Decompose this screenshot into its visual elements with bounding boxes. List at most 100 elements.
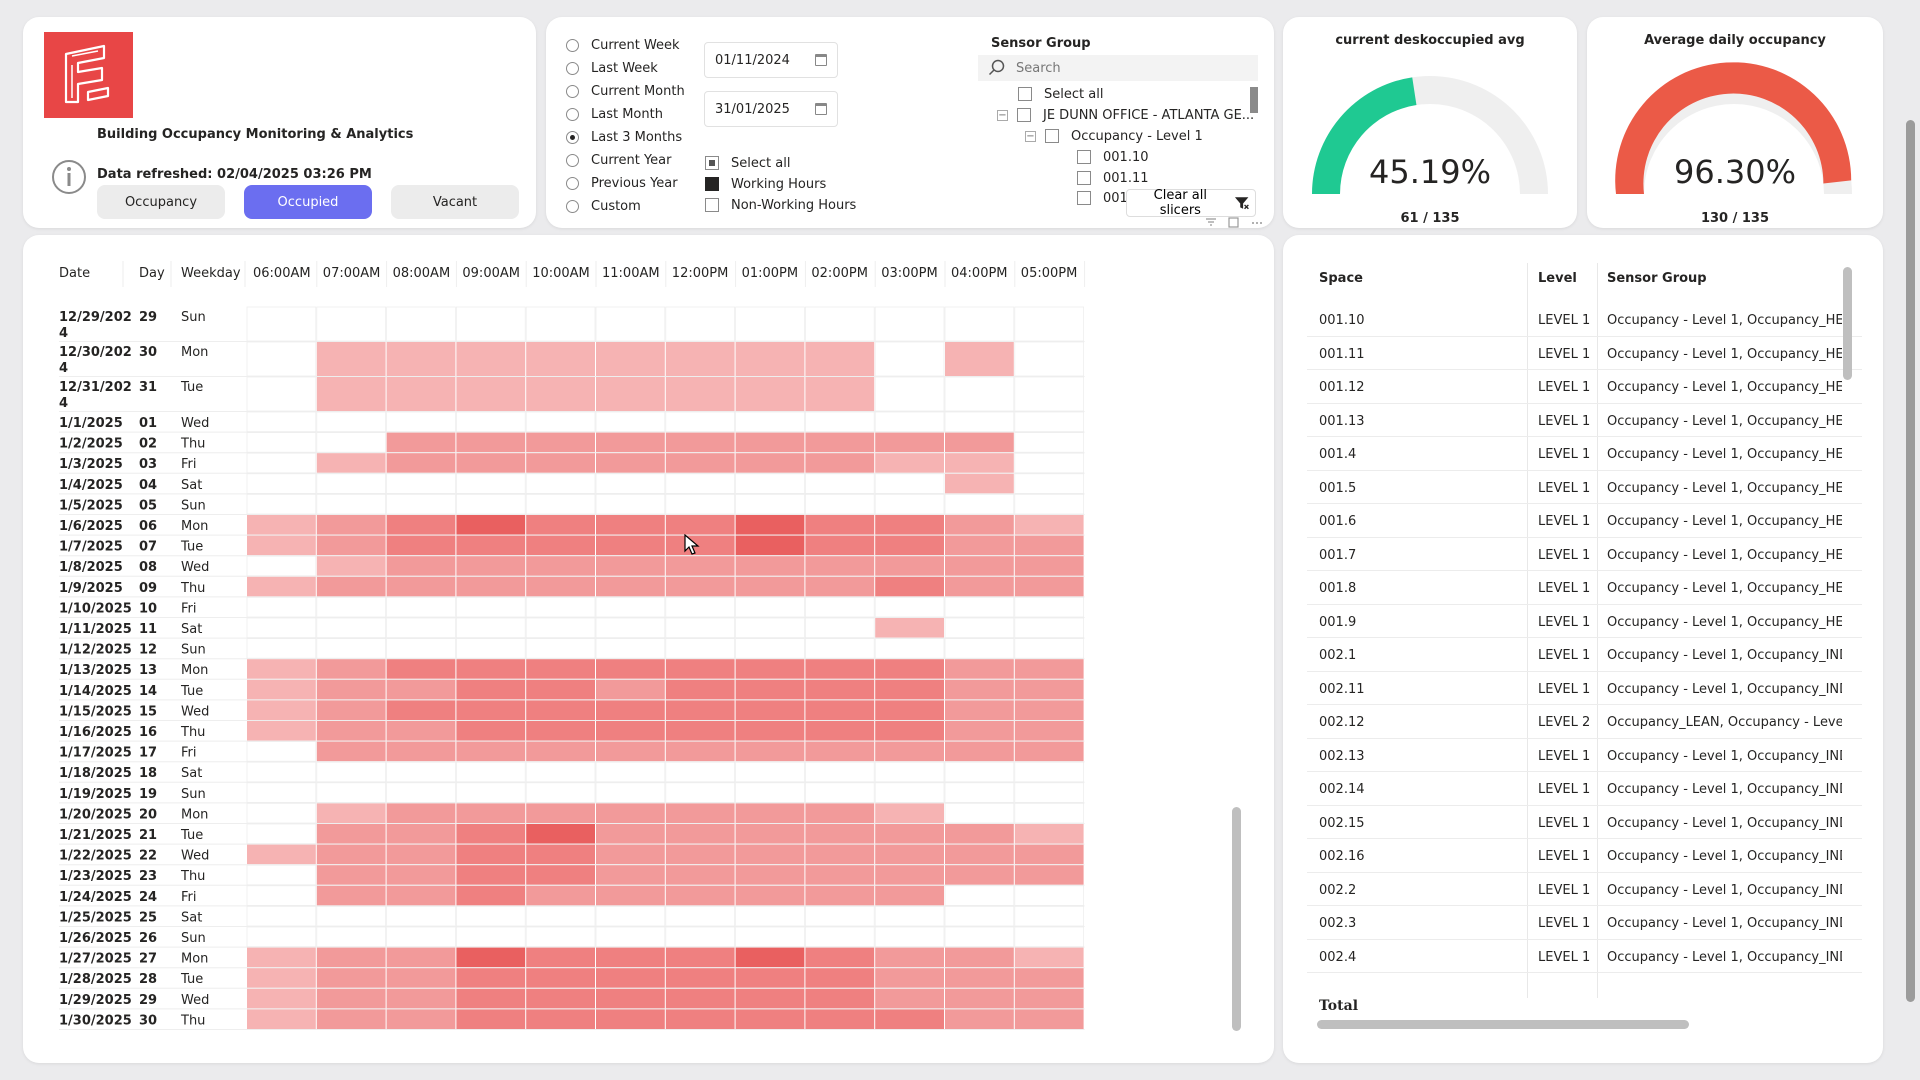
heatmap-cell xyxy=(875,432,944,453)
heatmap-cell xyxy=(805,988,875,1009)
hours-select-all[interactable]: Select all xyxy=(705,154,790,172)
table-horizontal-scrollbar[interactable] xyxy=(1317,1020,1689,1029)
occupancy-button[interactable]: Occupancy xyxy=(97,185,225,219)
space-cell: 002.16 xyxy=(1319,849,1365,864)
table-row[interactable]: 002.15 LEVEL 1 Occupancy - Level 1, Occupa… xyxy=(1307,806,1862,839)
heatmap-cell xyxy=(1014,535,1084,556)
checkbox-icon xyxy=(1077,171,1091,185)
heatmap-cell xyxy=(1014,1009,1084,1029)
heatmap-cell xyxy=(875,535,944,556)
table-row[interactable]: 002.14 LEVEL 1 Occupancy - Level 1, Occupa… xyxy=(1307,772,1862,806)
sensor-search-input[interactable]: Search xyxy=(978,55,1258,81)
heatmap-hour-header: 01:00PM xyxy=(742,266,799,281)
column-header-space[interactable]: Space xyxy=(1319,271,1363,286)
heatmap-cell xyxy=(875,515,944,535)
sensor-level-node[interactable]: − Occupancy - Level 1 xyxy=(1025,127,1203,145)
sensor-item[interactable]: 001.11 xyxy=(1077,169,1149,187)
period-option-current-month[interactable]: Current Month xyxy=(566,81,685,101)
space-cell: 002.14 xyxy=(1319,782,1365,797)
period-label: Custom xyxy=(591,198,641,214)
period-option-current-year[interactable]: Current Year xyxy=(566,150,671,170)
table-row[interactable]: 002.2 LEVEL 1 Occupancy - Level 1, Occupan… xyxy=(1307,873,1862,906)
occupied-button[interactable]: Occupied xyxy=(244,185,372,219)
table-row[interactable]: 002.3 LEVEL 1 Occupancy - Level 1, Occupan… xyxy=(1307,906,1862,940)
gauge-title: current deskoccupied avg xyxy=(1335,33,1525,48)
heatmap-cell xyxy=(596,844,665,865)
collapse-icon[interactable]: − xyxy=(1025,130,1036,142)
column-header-level[interactable]: Level xyxy=(1538,271,1577,286)
space-cell: 001.7 xyxy=(1319,547,1357,563)
heatmap-cell xyxy=(247,679,316,700)
tree-label: JE DUNN OFFICE - ATLANTA GE... xyxy=(1043,107,1255,123)
table-row[interactable]: 002.11 LEVEL 1 Occupancy - Level 1, Occupa… xyxy=(1307,672,1862,705)
level-cell: LEVEL 1 xyxy=(1538,447,1591,462)
heatmap-cell xyxy=(246,341,317,377)
table-row[interactable]: 001.9 LEVEL 1 Occupancy - Level 1, Occupan… xyxy=(1307,605,1862,638)
table-row[interactable]: 001.12 LEVEL 1 Occupancy - Level 1, Occupa… xyxy=(1307,370,1862,404)
table-row[interactable]: 002.4 LEVEL 1 Occupancy - Level 1, Occupan… xyxy=(1307,940,1862,973)
heatmap-cell xyxy=(316,741,386,762)
calendar-icon[interactable] xyxy=(815,54,827,66)
hours-non-working[interactable]: Non-Working Hours xyxy=(705,196,856,214)
heatmap-cell xyxy=(945,659,1014,679)
heatmap-cell xyxy=(1014,824,1084,844)
sensor-select-all[interactable]: Select all xyxy=(1018,85,1103,103)
heatmap-date: 1/15/2025 xyxy=(59,704,132,719)
clear-all-slicers-button[interactable]: Clear all slicers xyxy=(1126,188,1256,218)
table-row[interactable]: 001.7 LEVEL 1 Occupancy - Level 1, Occupan… xyxy=(1307,538,1862,571)
hours-working[interactable]: Working Hours xyxy=(705,175,826,193)
period-option-last-month[interactable]: Last Month xyxy=(566,104,663,124)
heatmap-day: 08 xyxy=(139,560,157,575)
page-scrollbar[interactable] xyxy=(1906,120,1915,1002)
end-date-input[interactable]: 31/01/2025 xyxy=(704,91,838,127)
table-row[interactable]: 001.8 LEVEL 1 Occupancy - Level 1, Occupan… xyxy=(1307,571,1862,605)
sensor-group-cell: Occupancy - Level 1, Occupancy_INDU xyxy=(1607,648,1842,663)
heatmap-cell xyxy=(526,535,595,556)
table-row[interactable]: 001.5 LEVEL 1 Occupancy - Level 1, Occupan… xyxy=(1307,471,1862,504)
table-row[interactable]: 002.13 LEVEL 1 Occupancy - Level 1, Occupa… xyxy=(1307,739,1862,772)
table-row[interactable]: 001.13 LEVEL 1 Occupancy - Level 1, Occupa… xyxy=(1307,404,1862,437)
heatmap-cell xyxy=(944,617,1015,639)
period-option-last-3-months[interactable]: Last 3 Months xyxy=(566,127,682,147)
heatmap-cell xyxy=(386,377,456,411)
info-icon[interactable] xyxy=(51,159,87,199)
heatmap-cell xyxy=(944,803,1015,824)
heatmap-cell xyxy=(665,782,735,803)
table-row[interactable]: 002.16 LEVEL 1 Occupancy - Level 1, Occupa… xyxy=(1307,839,1862,873)
vacant-button[interactable]: Vacant xyxy=(391,185,519,219)
heatmap-cell xyxy=(526,453,595,473)
heatmap-cell xyxy=(246,638,317,659)
radio-icon xyxy=(566,38,579,52)
period-option-current-week[interactable]: Current Week xyxy=(566,35,680,55)
visual-header-icons[interactable] xyxy=(1206,217,1272,229)
heatmap-cell xyxy=(456,556,526,576)
period-option-custom[interactable]: Custom xyxy=(566,196,641,216)
period-option-last-week[interactable]: Last Week xyxy=(566,58,658,78)
heatmap-cell xyxy=(316,679,386,700)
table-vertical-scrollbar[interactable] xyxy=(1843,267,1852,380)
heatmap-cell xyxy=(735,617,805,639)
column-header-sensor-group[interactable]: Sensor Group xyxy=(1607,271,1707,286)
heatmap-cell xyxy=(805,556,875,576)
start-date-input[interactable]: 01/11/2024 xyxy=(704,42,838,78)
heatmap-scrollbar[interactable] xyxy=(1232,807,1241,1031)
table-row[interactable]: 002.12 LEVEL 2 Occupancy_LEAN, Occupancy -… xyxy=(1307,705,1862,739)
sensor-item[interactable]: 001.10 xyxy=(1077,148,1149,166)
table-row[interactable]: 001.11 LEVEL 1 Occupancy - Level 1, Occupa… xyxy=(1307,337,1862,370)
collapse-icon[interactable]: − xyxy=(997,109,1008,121)
heatmap-cell xyxy=(1014,782,1084,803)
table-row[interactable]: 001.10 LEVEL 1 Occupancy - Level 1, Occupa… xyxy=(1307,303,1862,337)
heatmap-cell xyxy=(595,596,666,618)
heatmap-weekday: Sat xyxy=(181,766,202,781)
heatmap-cell xyxy=(874,761,945,783)
slicer-scrollbar[interactable] xyxy=(1250,87,1258,113)
sensor-office-node[interactable]: − JE DUNN OFFICE - ATLANTA GE... xyxy=(997,106,1254,124)
calendar-icon[interactable] xyxy=(815,103,827,115)
table-row[interactable]: 001.6 LEVEL 1 Occupancy - Level 1, Occupan… xyxy=(1307,504,1862,538)
table-row[interactable]: 001.4 LEVEL 1 Occupancy - Level 1, Occupan… xyxy=(1307,437,1862,471)
period-option-previous-year[interactable]: Previous Year xyxy=(566,173,678,193)
heatmap-cell xyxy=(526,576,595,597)
heatmap-cell xyxy=(805,1009,875,1029)
table-row[interactable]: 002.1 LEVEL 1 Occupancy - Level 1, Occupan… xyxy=(1307,638,1862,672)
heatmap-cell xyxy=(525,906,596,927)
